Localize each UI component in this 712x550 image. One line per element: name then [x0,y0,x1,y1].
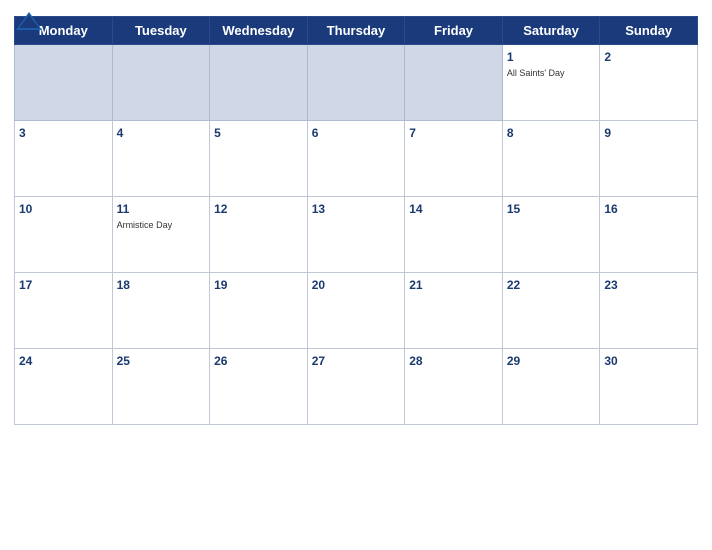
day-header-friday: Friday [405,17,503,45]
day-cell: 28 [405,349,503,425]
day-cell: 6 [307,121,405,197]
day-number: 15 [507,202,520,216]
day-number: 9 [604,126,611,140]
day-number: 12 [214,202,227,216]
day-number: 6 [312,126,319,140]
day-cell: 16 [600,197,698,273]
day-cell: 12 [210,197,308,273]
calendar-table: MondayTuesdayWednesdayThursdayFridaySatu… [14,16,698,425]
day-number: 28 [409,354,422,368]
day-header-saturday: Saturday [502,17,600,45]
logo-icon [14,10,44,34]
day-cell: 17 [15,273,113,349]
day-number: 5 [214,126,221,140]
day-number: 23 [604,278,617,292]
day-number: 21 [409,278,422,292]
day-header-thursday: Thursday [307,17,405,45]
week-row-3: 10 11 Armistice Day 12 13 14 15 16 [15,197,698,273]
day-number: 17 [19,278,32,292]
day-cell: 19 [210,273,308,349]
logo-container [14,10,46,34]
day-cell: 24 [15,349,113,425]
day-cell: 23 [600,273,698,349]
day-cell: 18 [112,273,210,349]
day-cell: 7 [405,121,503,197]
logo-area [14,10,46,34]
day-number: 16 [604,202,617,216]
day-cell: 13 [307,197,405,273]
day-cell: 22 [502,273,600,349]
holiday-label: Armistice Day [117,220,206,231]
day-cell: 20 [307,273,405,349]
day-cell: 29 [502,349,600,425]
day-cell: 26 [210,349,308,425]
week-row-2: 3 4 5 6 7 8 9 [15,121,698,197]
day-number: 25 [117,354,130,368]
day-header-tuesday: Tuesday [112,17,210,45]
day-cell [210,45,308,121]
day-number: 8 [507,126,514,140]
day-number: 18 [117,278,130,292]
week-row-5: 24 25 26 27 28 29 30 [15,349,698,425]
day-number: 24 [19,354,32,368]
holiday-label: All Saints' Day [507,68,596,79]
day-cell: 11 Armistice Day [112,197,210,273]
day-cell: 30 [600,349,698,425]
header-row: MondayTuesdayWednesdayThursdayFridaySatu… [15,17,698,45]
day-cell: 27 [307,349,405,425]
day-number: 3 [19,126,26,140]
day-number: 26 [214,354,227,368]
day-cell: 8 [502,121,600,197]
day-number: 13 [312,202,325,216]
day-cell [112,45,210,121]
day-cell: 1 All Saints' Day [502,45,600,121]
day-cell [307,45,405,121]
day-number: 30 [604,354,617,368]
day-cell: 10 [15,197,113,273]
day-header-wednesday: Wednesday [210,17,308,45]
day-number: 2 [604,50,611,64]
week-row-4: 17 18 19 20 21 22 23 [15,273,698,349]
day-cell: 5 [210,121,308,197]
day-number: 10 [19,202,32,216]
day-number: 22 [507,278,520,292]
day-cell: 3 [15,121,113,197]
week-row-1: 1 All Saints' Day 2 [15,45,698,121]
calendar-wrapper: MondayTuesdayWednesdayThursdayFridaySatu… [0,0,712,550]
day-cell: 9 [600,121,698,197]
day-header-sunday: Sunday [600,17,698,45]
day-cell: 4 [112,121,210,197]
day-number: 29 [507,354,520,368]
day-cell: 25 [112,349,210,425]
day-number: 1 [507,50,514,64]
day-number: 14 [409,202,422,216]
day-number: 7 [409,126,416,140]
day-number: 19 [214,278,227,292]
day-cell: 2 [600,45,698,121]
day-cell [15,45,113,121]
day-number: 11 [117,202,130,216]
day-number: 20 [312,278,325,292]
day-cell: 21 [405,273,503,349]
day-cell: 14 [405,197,503,273]
day-cell: 15 [502,197,600,273]
day-number: 27 [312,354,325,368]
day-cell [405,45,503,121]
day-number: 4 [117,126,124,140]
